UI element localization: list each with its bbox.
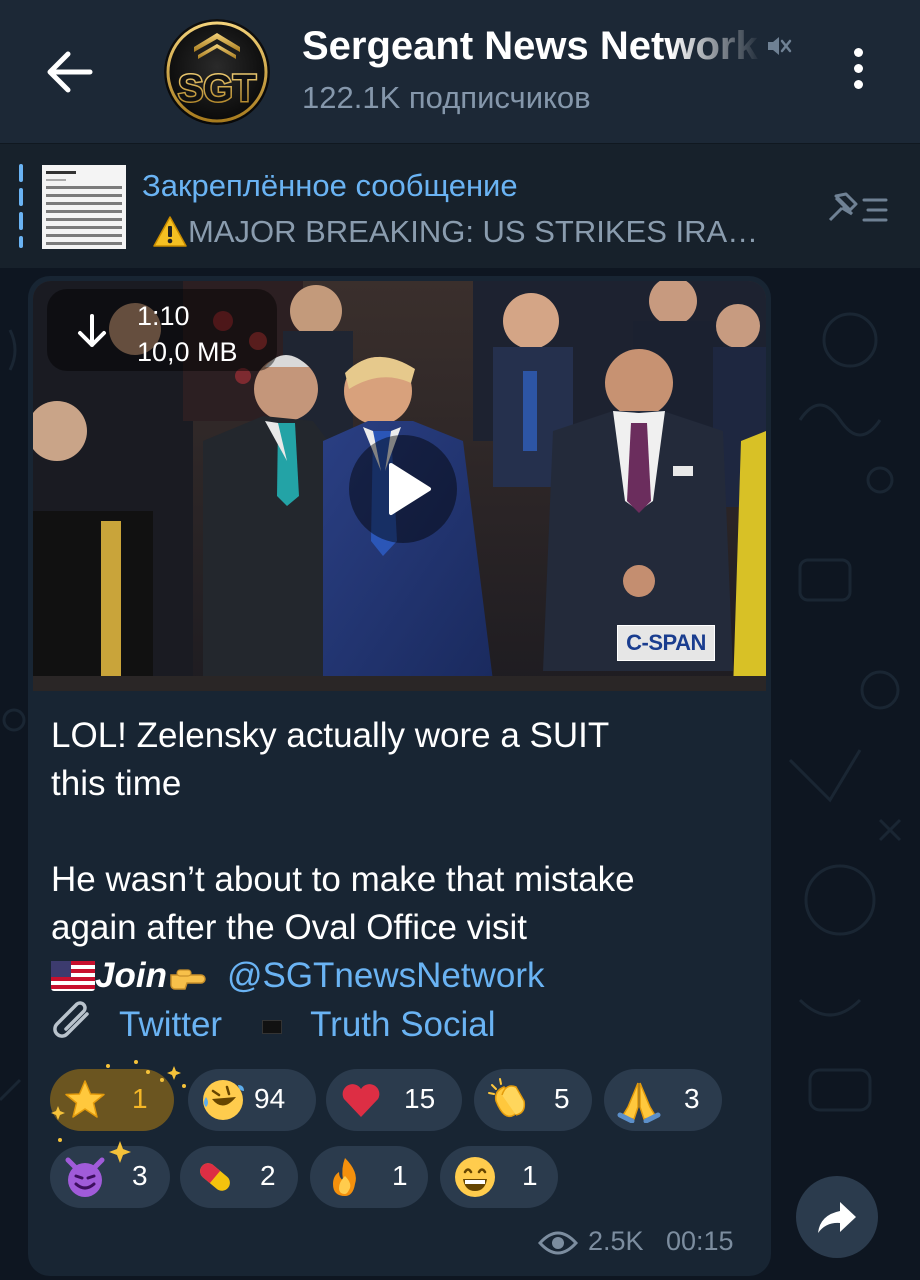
channel-link[interactable]: @SGTnewsNetwork bbox=[227, 956, 545, 995]
video-file-size: 10,0 MB bbox=[137, 337, 238, 367]
muted-speaker-icon bbox=[764, 32, 792, 60]
heart-icon bbox=[338, 1077, 384, 1123]
reaction-count: 3 bbox=[684, 1083, 700, 1114]
channel-title[interactable]: Sergeant News Network bbox=[302, 24, 762, 76]
more-vert-icon[interactable] bbox=[838, 48, 878, 100]
join-line: Join @SGTnewsNetwork bbox=[51, 952, 545, 1000]
pinned-thumbnail bbox=[42, 165, 126, 249]
fire-icon bbox=[322, 1154, 368, 1200]
us-flag-icon bbox=[51, 956, 95, 1004]
channel-avatar[interactable]: SGT bbox=[164, 19, 270, 125]
reaction-count: 1 bbox=[392, 1160, 408, 1191]
reaction-clap[interactable]: 5 bbox=[474, 1069, 592, 1131]
pin-indicator-segment bbox=[19, 188, 23, 206]
pinned-message-bar[interactable]: Закреплённое сообщение MAJOR BREAKING: U… bbox=[0, 143, 920, 268]
reaction-pray[interactable]: 3 bbox=[604, 1069, 722, 1131]
reaction-grin[interactable]: 1 bbox=[440, 1146, 558, 1208]
grinning-face-icon bbox=[452, 1154, 498, 1200]
reaction-count: 2 bbox=[260, 1160, 276, 1191]
join-label: Join bbox=[95, 956, 167, 995]
view-count: 2.5K bbox=[588, 1226, 644, 1256]
avatar-logo-text: SGT bbox=[178, 68, 256, 110]
back-arrow-icon[interactable] bbox=[40, 44, 100, 100]
reaction-count: 5 bbox=[554, 1083, 570, 1114]
subscriber-count: 122.1K подписчиков bbox=[302, 80, 591, 115]
cspan-watermark: C-SPAN bbox=[617, 625, 715, 661]
clapping-hands-icon bbox=[486, 1077, 532, 1123]
folded-hands-icon bbox=[616, 1077, 662, 1124]
black-square-icon bbox=[262, 1020, 283, 1034]
reaction-count: 15 bbox=[404, 1083, 436, 1114]
truth-social-link[interactable]: Truth Social bbox=[310, 1005, 495, 1044]
reaction-count: 1 bbox=[522, 1160, 538, 1191]
pinned-title: Закреплённое сообщение bbox=[142, 168, 518, 203]
reaction-fire[interactable]: 1 bbox=[310, 1146, 428, 1208]
pinned-list-icon[interactable] bbox=[822, 188, 894, 232]
message-text: LOL! Zelensky actually wore a SUIT this … bbox=[51, 716, 635, 947]
message-bubble: 1:10 10,0 MB C-SPAN LOL! Zelensky actual… bbox=[28, 276, 771, 1276]
chat-header: SGT Sergeant News Network 122.1K подписч… bbox=[0, 0, 920, 143]
share-arrow-icon[interactable] bbox=[796, 1176, 878, 1258]
pinned-text: MAJOR BREAKING: US STRIKES IRA… bbox=[188, 214, 759, 249]
pin-indicator-segment bbox=[19, 236, 23, 248]
pointing-hand-icon bbox=[167, 956, 213, 1004]
reaction-count: 94 bbox=[254, 1083, 286, 1114]
pin-indicator-segment bbox=[19, 164, 23, 182]
video-duration: 1:10 bbox=[137, 301, 190, 331]
video-thumbnail[interactable]: 1:10 10,0 MB C-SPAN bbox=[33, 281, 766, 691]
sparkles-effect bbox=[51, 1060, 186, 1163]
download-pill[interactable]: 1:10 10,0 MB bbox=[47, 289, 277, 371]
message-time: 00:15 bbox=[666, 1226, 734, 1256]
pin-indicator-segment bbox=[19, 212, 23, 230]
eye-icon bbox=[537, 1230, 579, 1256]
reaction-heart[interactable]: 15 bbox=[326, 1069, 462, 1131]
download-arrow-icon[interactable] bbox=[75, 313, 109, 351]
play-icon[interactable] bbox=[349, 435, 457, 543]
